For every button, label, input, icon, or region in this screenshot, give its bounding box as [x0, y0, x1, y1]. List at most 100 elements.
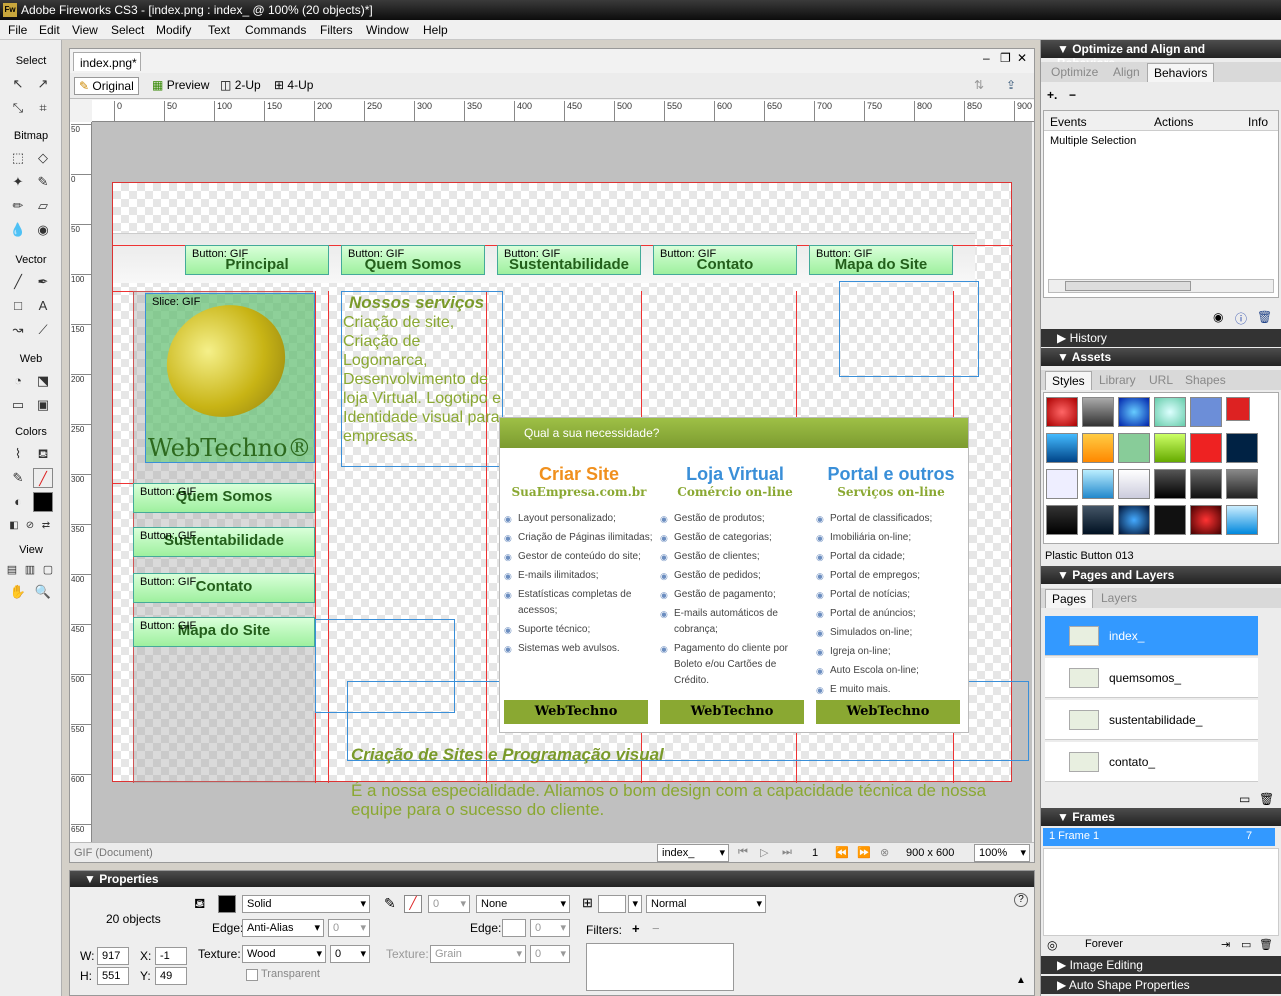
side-button-sustentabilidade[interactable]: Button: GIF Sustentabilidade — [133, 527, 315, 557]
frame-row[interactable]: 1 Frame 1 7 — [1043, 828, 1275, 846]
stroke-edge-amount[interactable]: 0 — [530, 919, 570, 937]
tab-library[interactable]: Library — [1099, 373, 1136, 387]
side-button-contato[interactable]: Button: GIF Contato — [133, 573, 315, 603]
delete-page-icon[interactable]: 🗑 — [1259, 792, 1274, 806]
standard-screen-icon[interactable]: ▤ — [2, 560, 22, 580]
style-swatch[interactable] — [1154, 433, 1186, 463]
scale-tool-icon[interactable]: ⤡ — [8, 98, 28, 118]
bottom-title[interactable]: Criação de Sites e Programação visual — [351, 745, 664, 765]
subselect-tool-icon[interactable]: ↗ — [33, 74, 53, 94]
nav-button-principal[interactable]: Button: GIF Principal — [185, 245, 329, 275]
brush-tool-icon[interactable]: ✎ — [33, 172, 53, 192]
menu-edit[interactable]: Edit — [39, 23, 60, 37]
lasso-tool-icon[interactable]: ◇ — [33, 148, 53, 168]
tab-optimize[interactable]: Optimize — [1051, 65, 1098, 79]
minimize-icon[interactable]: – — [983, 51, 990, 65]
bottom-text[interactable]: É a nossa especialidade. Aliamos o bom d… — [351, 781, 1031, 819]
close-icon[interactable]: ✕ — [1017, 51, 1027, 65]
distribute-to-frames-icon[interactable]: ⇥ — [1221, 938, 1230, 951]
show-hotspots-icon[interactable]: ▣ — [33, 395, 53, 415]
new-page-icon[interactable]: ▭ — [1239, 792, 1250, 806]
pen-tool-icon[interactable]: ✒ — [33, 272, 53, 292]
swap-colors-icon[interactable]: ⇄ — [36, 516, 56, 536]
history-panel-header[interactable]: ▶ History — [1041, 329, 1281, 347]
style-swatch[interactable] — [1154, 397, 1186, 427]
view-original-button[interactable]: ✎ Original — [74, 77, 139, 95]
style-swatch[interactable] — [1082, 505, 1114, 535]
page-row-index[interactable]: index_ — [1045, 616, 1258, 656]
tab-behaviors[interactable]: Behaviors — [1147, 63, 1215, 82]
auto-shape-header[interactable]: ▶ Auto Shape Properties — [1041, 976, 1281, 994]
nav-button-contato[interactable]: Button: GIF Contato — [653, 245, 797, 275]
logo-slice[interactable]: Slice: GIF WebTechno® — [145, 285, 315, 463]
crop-tool-icon[interactable]: ⌗ — [33, 98, 53, 118]
behaviors-scrollbar[interactable] — [1048, 279, 1274, 293]
trash-icon[interactable]: 🗑 — [1257, 310, 1272, 324]
assets-panel-header[interactable]: ▼ Assets — [1041, 348, 1281, 366]
stroke-texture-select[interactable]: Grain — [430, 945, 526, 963]
new-frame-icon[interactable]: ▭ — [1241, 938, 1251, 951]
line-tool-icon[interactable]: ╱ — [8, 272, 28, 292]
stroke-texture-amount[interactable]: 0 — [530, 945, 570, 963]
tab-layers[interactable]: Layers — [1101, 591, 1137, 605]
restore-icon[interactable]: ❐ — [1000, 51, 1011, 65]
opacity-dropdown[interactable] — [628, 895, 642, 913]
add-behavior-icon[interactable]: +. — [1047, 88, 1057, 102]
pencil-tool-icon[interactable]: ✏ — [8, 196, 28, 216]
texture-select[interactable]: Wood — [242, 945, 326, 963]
tab-styles[interactable]: Styles — [1045, 371, 1092, 390]
frames-panel-header[interactable]: ▼ Frames — [1041, 808, 1281, 826]
page-row-sustentabilidade[interactable]: sustentabilidade_ — [1045, 700, 1258, 740]
menu-filters[interactable]: Filters — [320, 23, 353, 37]
menu-view[interactable]: View — [72, 23, 98, 37]
fill-color-icon[interactable]: ◐ — [8, 492, 28, 512]
hand-tool-icon[interactable]: ✋ — [8, 582, 28, 602]
eraser-tool-icon[interactable]: ▱ — [33, 196, 53, 216]
nav-button-sustentabilidade[interactable]: Button: GIF Sustentabilidade — [497, 245, 641, 275]
preview-in-browser-icon[interactable]: ⇪ — [1002, 77, 1020, 95]
rectangle-tool-icon[interactable]: □ — [8, 296, 28, 316]
menu-window[interactable]: Window — [366, 23, 409, 37]
services-title[interactable]: Nossos serviços — [349, 293, 484, 313]
info-column[interactable]: Info — [1248, 115, 1268, 129]
style-swatch[interactable] — [1046, 397, 1078, 427]
styles-grid[interactable] — [1043, 392, 1279, 544]
tab-url[interactable]: URL — [1149, 373, 1173, 387]
stroke-color-swatch[interactable]: ╱ — [33, 468, 53, 488]
stroke-edge-field[interactable] — [502, 919, 526, 937]
delete-frame-icon[interactable]: 🗑 — [1259, 938, 1273, 951]
style-swatch[interactable] — [1154, 505, 1186, 535]
marquee-tool-icon[interactable]: ⬚ — [8, 148, 28, 168]
remove-behavior-icon[interactable]: − — [1069, 88, 1076, 102]
actions-column[interactable]: Actions — [1154, 115, 1193, 129]
eye-icon[interactable]: ◉ — [1213, 310, 1223, 324]
freeform-tool-icon[interactable]: ↝ — [8, 320, 28, 340]
collapse-icon[interactable]: ▲ — [1016, 975, 1026, 986]
style-swatch[interactable] — [1226, 397, 1250, 421]
prev-frame-icon[interactable]: ⏪ — [835, 846, 849, 859]
zoom-tool-icon[interactable]: 🔍 — [33, 582, 53, 602]
stroke-color-swatch[interactable]: ╱ — [404, 895, 422, 913]
page-row-quemsomos[interactable]: quemsomos_ — [1045, 658, 1258, 698]
style-swatch[interactable] — [1046, 469, 1078, 499]
zoom-select[interactable]: 100% — [974, 844, 1030, 862]
style-swatch[interactable] — [1190, 469, 1222, 499]
paint-bucket-tool-icon[interactable]: ⛾ — [33, 444, 53, 464]
eyedropper-tool-icon[interactable]: ⌇ — [8, 444, 28, 464]
full-screen-icon[interactable]: ▢ — [38, 560, 58, 580]
document-tab[interactable]: index.png* — [73, 52, 141, 71]
style-swatch[interactable] — [1082, 469, 1114, 499]
menu-file[interactable]: File — [8, 23, 27, 37]
page-row-contato[interactable]: contato_ — [1045, 742, 1258, 782]
side-button-quem-somos[interactable]: Button: GIF Quem Somos — [133, 483, 315, 513]
properties-header[interactable]: ▼ Properties — [70, 871, 1034, 887]
view-2up-button[interactable]: ◫ 2-Up — [216, 77, 265, 95]
stroke-size-select[interactable]: 0 — [428, 895, 470, 913]
optimize-panel-header[interactable]: ▼ Optimize and Align and Behaviors — [1041, 40, 1281, 70]
canvas-area[interactable]: Button: GIF Principal Button: GIF Quem Som… — [92, 122, 1032, 842]
menu-modify[interactable]: Modify — [156, 23, 191, 37]
document-page[interactable]: Button: GIF Principal Button: GIF Quem Som… — [112, 182, 1029, 819]
play-icon[interactable]: ▷ — [760, 846, 768, 859]
exit-bitmap-icon[interactable]: ⊗ — [880, 846, 889, 859]
style-swatch[interactable] — [1082, 433, 1114, 463]
